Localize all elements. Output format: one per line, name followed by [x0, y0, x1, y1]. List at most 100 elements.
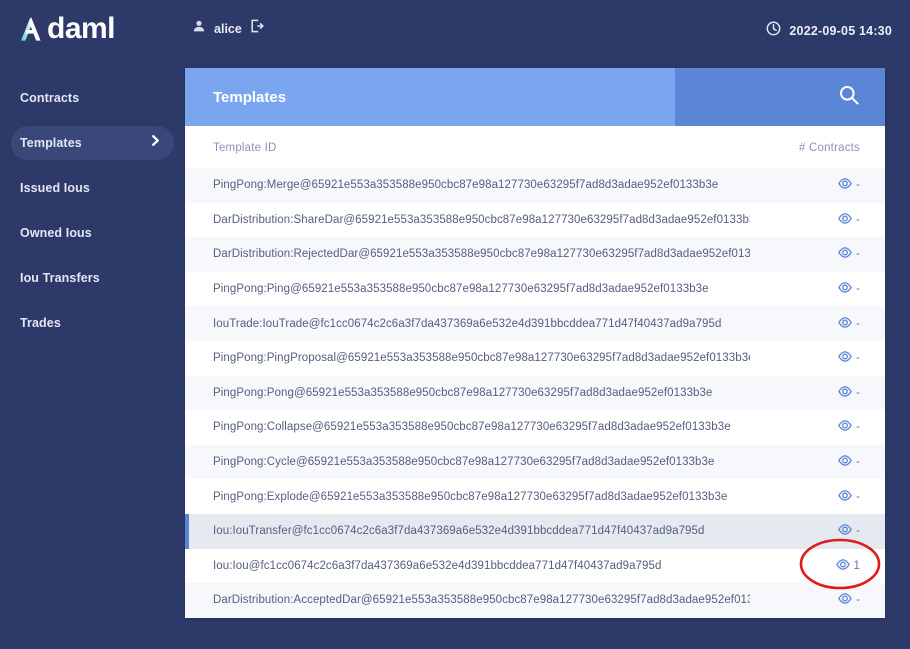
contracts-count-cell[interactable]: - [750, 271, 885, 307]
contracts-count-cell[interactable]: - [750, 202, 885, 238]
panel-header: Templates [185, 68, 885, 126]
eye-icon[interactable] [838, 316, 852, 331]
contracts-count-cell[interactable]: 1 [750, 548, 885, 584]
template-id-cell: Iou:Iou@fc1cc0674c2c6a3f7da437369a6e532e… [185, 548, 750, 584]
eye-icon[interactable] [838, 593, 852, 607]
count-value: - [856, 352, 860, 365]
table-row[interactable]: DarDistribution:ShareDar@65921e553a35358… [185, 202, 885, 238]
template-id-cell: DarDistribution:ShareDar@65921e553a35358… [185, 202, 750, 238]
templates-panel: Templates Template ID # Contracts PingPo… [185, 68, 885, 618]
timestamp-display: 2022-09-05 14:30 [766, 21, 892, 41]
template-id-cell: Iou:IouTransfer@fc1cc0674c2c6a3f7da43736… [185, 513, 750, 549]
count-value: - [856, 213, 860, 226]
count-wrapper: - [838, 455, 860, 469]
eye-icon[interactable] [838, 282, 852, 296]
eye-icon[interactable] [838, 247, 852, 261]
count-wrapper: - [838, 213, 860, 227]
top-bar: daml alice 2022-09-05 14:30 [0, 0, 910, 57]
template-id-cell: PingPong:Pong@65921e553a353588e950cbc87e… [185, 375, 750, 411]
chevron-right-icon [149, 134, 162, 152]
count-value: - [856, 421, 860, 434]
eye-icon[interactable] [835, 559, 850, 573]
template-id-cell: PingPong:Collapse@65921e553a353588e950cb… [185, 410, 750, 445]
sidebar-item-label: Issued Ious [20, 181, 90, 195]
sidebar-item-templates[interactable]: Templates [11, 126, 174, 160]
search-icon[interactable] [838, 84, 860, 111]
count-wrapper: - [838, 316, 860, 331]
count-wrapper: - [838, 386, 860, 400]
contracts-count-cell[interactable]: - [750, 479, 885, 514]
template-id-cell: PingPong:Merge@65921e553a353588e950cbc87… [185, 168, 750, 203]
count-wrapper: - [838, 593, 860, 607]
table-row[interactable]: PingPong:Explode@65921e553a353588e950cbc… [185, 479, 885, 514]
count-value: - [856, 490, 860, 503]
column-header-contracts: # Contracts [750, 126, 885, 168]
table-head: Template ID # Contracts [185, 126, 885, 168]
count-value: - [856, 248, 860, 261]
count-wrapper: - [838, 420, 860, 434]
eye-icon[interactable] [838, 178, 852, 192]
count-wrapper: - [838, 489, 860, 504]
count-wrapper: - [838, 524, 860, 538]
eye-icon[interactable] [838, 351, 852, 365]
eye-icon[interactable] [838, 386, 852, 400]
template-id-cell: PingPong:Cycle@65921e553a353588e950cbc87… [185, 444, 750, 480]
search-button[interactable] [675, 68, 885, 126]
sidebar-item-label: Owned Ious [20, 226, 92, 240]
panel-title-area: Templates [185, 68, 675, 126]
count-value: - [856, 386, 860, 399]
contracts-count-cell[interactable]: - [750, 375, 885, 411]
eye-icon[interactable] [838, 489, 852, 504]
sidebar-item-label: Templates [20, 136, 82, 150]
eye-icon[interactable] [838, 213, 852, 227]
sidebar-item-label: Trades [20, 316, 61, 330]
user-name: alice [214, 21, 242, 36]
timestamp-text: 2022-09-05 14:30 [789, 24, 892, 38]
table-row[interactable]: IouTrade:IouTrade@fc1cc0674c2c6a3f7da437… [185, 306, 885, 341]
sidebar-item-iou-transfers[interactable]: Iou Transfers [11, 261, 174, 295]
table-row[interactable]: PingPong:Collapse@65921e553a353588e950cb… [185, 410, 885, 445]
count-value: 1 [853, 559, 860, 572]
contracts-count-cell[interactable]: - [750, 306, 885, 341]
template-id-cell: DarDistribution:RejectedDar@65921e553a35… [185, 237, 750, 272]
contracts-count-cell[interactable]: - [750, 340, 885, 376]
template-id-cell: DarDistribution:AcceptedDar@65921e553a35… [185, 583, 750, 618]
contracts-count-cell[interactable]: - [750, 410, 885, 445]
table-row[interactable]: PingPong:Cycle@65921e553a353588e950cbc87… [185, 444, 885, 480]
template-id-cell: PingPong:PingProposal@65921e553a353588e9… [185, 340, 750, 376]
table-row[interactable]: PingPong:Ping@65921e553a353588e950cbc87e… [185, 271, 885, 307]
sidebar-item-issued-ious[interactable]: Issued Ious [11, 171, 174, 205]
table-body: PingPong:Merge@65921e553a353588e950cbc87… [185, 168, 885, 618]
contracts-count-cell[interactable]: - [750, 237, 885, 272]
clock-icon [766, 21, 781, 41]
contracts-count-cell[interactable]: - [750, 513, 885, 549]
sidebar-nav: Contracts Templates Issued Ious Owned Ious I… [0, 81, 185, 340]
count-value: - [856, 283, 860, 296]
user-icon [192, 19, 206, 38]
table-row[interactable]: DarDistribution:RejectedDar@65921e553a35… [185, 237, 885, 272]
count-value: - [856, 525, 860, 538]
eye-icon[interactable] [838, 455, 852, 469]
templates-table: Template ID # Contracts PingPong:Merge@6… [185, 126, 885, 618]
logout-icon[interactable] [250, 19, 264, 38]
eye-icon[interactable] [838, 420, 852, 434]
sidebar-item-trades[interactable]: Trades [11, 306, 174, 340]
table-row[interactable]: Iou:IouTransfer@fc1cc0674c2c6a3f7da43736… [185, 513, 885, 549]
contracts-count-cell[interactable]: - [750, 168, 885, 203]
contracts-count-cell[interactable]: - [750, 583, 885, 618]
contracts-count-cell[interactable]: - [750, 444, 885, 480]
table-row[interactable]: PingPong:PingProposal@65921e553a353588e9… [185, 340, 885, 376]
table-row[interactable]: DarDistribution:AcceptedDar@65921e553a35… [185, 583, 885, 618]
template-id-cell: PingPong:Ping@65921e553a353588e950cbc87e… [185, 271, 750, 307]
sidebar-item-contracts[interactable]: Contracts [11, 81, 174, 115]
count-wrapper: - [838, 247, 860, 261]
template-id-cell: IouTrade:IouTrade@fc1cc0674c2c6a3f7da437… [185, 306, 750, 341]
eye-icon[interactable] [838, 524, 852, 538]
user-menu[interactable]: alice [192, 19, 264, 38]
table-row[interactable]: Iou:Iou@fc1cc0674c2c6a3f7da437369a6e532e… [185, 548, 885, 584]
brand-name: daml [47, 11, 116, 45]
table-row[interactable]: PingPong:Merge@65921e553a353588e950cbc87… [185, 168, 885, 203]
daml-logo-icon [18, 15, 44, 43]
sidebar-item-owned-ious[interactable]: Owned Ious [11, 216, 174, 250]
table-row[interactable]: PingPong:Pong@65921e553a353588e950cbc87e… [185, 375, 885, 411]
